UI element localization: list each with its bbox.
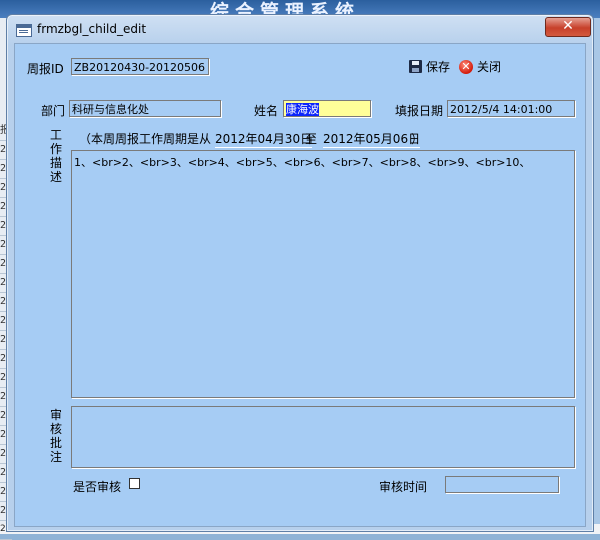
- period-end-date[interactable]: 2012年05月06日: [323, 130, 421, 148]
- reviewed-label: 是否审核: [73, 480, 122, 494]
- edit-dialog: frmzbgl_child_edit ✕ 周报ID ZB20120430-201…: [6, 14, 594, 532]
- fill-date-field[interactable]: 2012/5/4 14:01:00: [447, 100, 575, 117]
- period-suffix: ）: [411, 132, 424, 146]
- name-value: 康海波: [286, 103, 319, 116]
- window-icon: [16, 24, 32, 37]
- dialog-title: frmzbgl_child_edit: [37, 22, 147, 36]
- save-button-label: 保存: [426, 60, 451, 74]
- zbid-label: 周报ID: [27, 62, 64, 76]
- review-time-field[interactable]: [445, 476, 559, 493]
- dept-label: 部门: [41, 104, 66, 118]
- close-button-label: 关闭: [477, 60, 502, 74]
- zbid-field[interactable]: ZB20120430-20120506: [71, 58, 209, 75]
- review-comment-textarea[interactable]: [71, 406, 575, 468]
- save-button[interactable]: 保存: [409, 58, 450, 75]
- dialog-body: 周报ID ZB20120430-20120506 保存 ✕ 关闭 部门 科研与信…: [14, 43, 586, 527]
- reviewed-checkbox[interactable]: [129, 478, 140, 489]
- dialog-titlebar[interactable]: frmzbgl_child_edit ✕: [7, 15, 593, 43]
- close-form-button[interactable]: ✕ 关闭: [459, 58, 501, 75]
- dept-field[interactable]: 科研与信息化处: [69, 100, 221, 117]
- period-start-date[interactable]: 2012年04月30日: [215, 130, 313, 148]
- work-description-textarea[interactable]: 1、<br>2、<br>3、<br>4、<br>5、<br>6、<br>7、<b…: [71, 150, 575, 398]
- save-icon: [409, 60, 422, 73]
- name-field[interactable]: 康海波: [283, 100, 371, 117]
- close-icon: ✕: [459, 59, 473, 74]
- name-label: 姓名: [254, 104, 279, 118]
- period-to-label: 至: [305, 132, 318, 146]
- review-time-label: 审核时间: [379, 480, 428, 494]
- review-comment-label: 审 核 批 注: [49, 408, 62, 464]
- window-close-button[interactable]: ✕: [545, 17, 591, 37]
- work-description-label: 工 作 描 述: [49, 128, 62, 184]
- fill-date-label: 填报日期: [395, 104, 444, 118]
- period-prefix: （本周周报工作周期是从: [79, 132, 212, 146]
